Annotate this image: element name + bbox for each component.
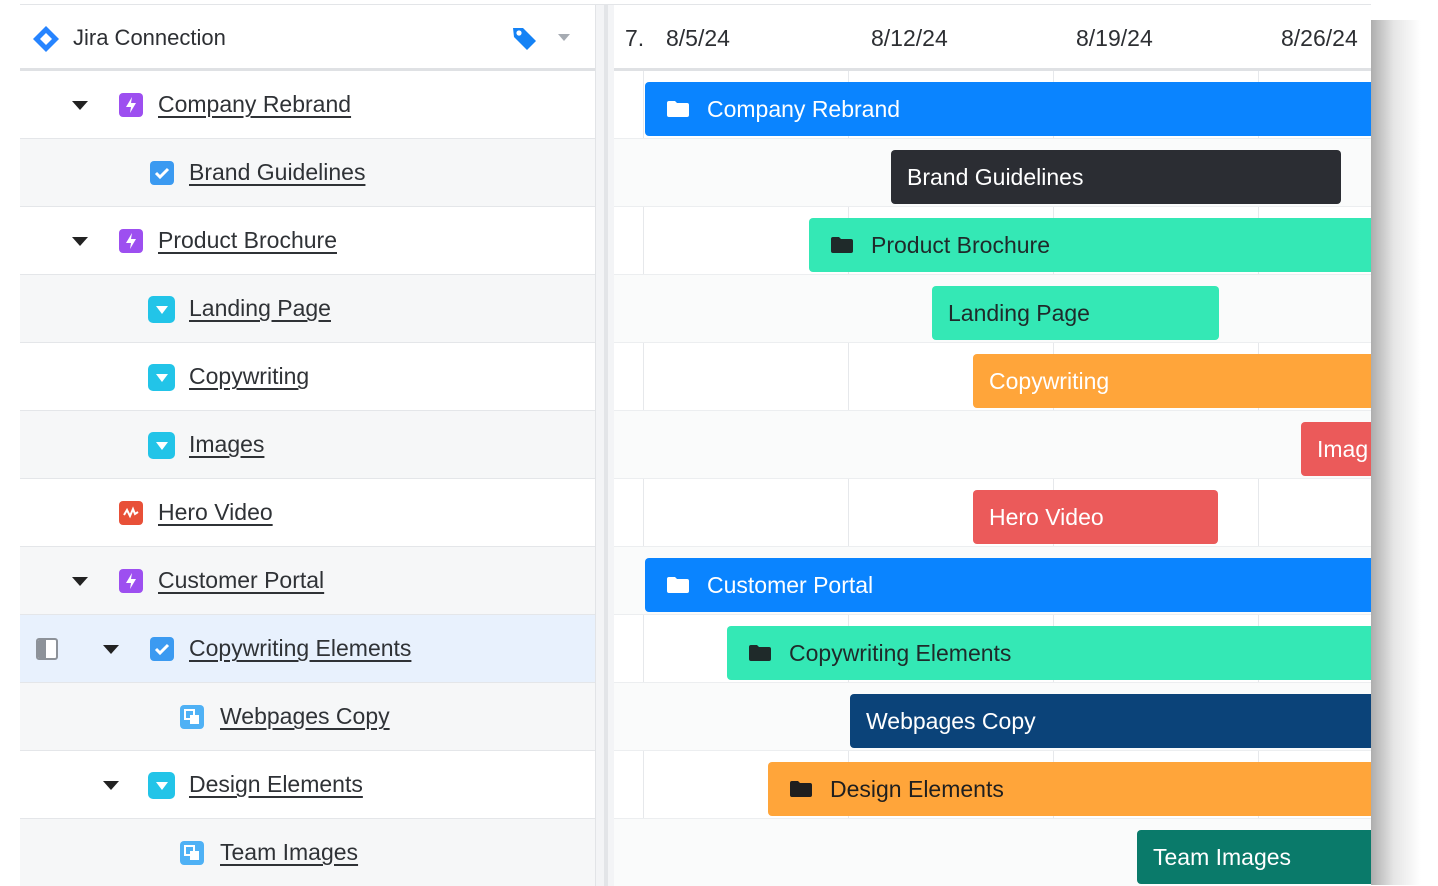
bar-label: Brand Guidelines bbox=[907, 163, 1084, 190]
issue-row[interactable]: Company Rebrand bbox=[20, 71, 595, 139]
issue-link[interactable]: Images bbox=[189, 429, 264, 459]
tag-icon[interactable] bbox=[510, 24, 538, 52]
gantt-bar[interactable]: Customer Portal bbox=[645, 558, 1371, 612]
folder-icon bbox=[667, 101, 689, 117]
gantt-bar[interactable]: Design Elements bbox=[768, 762, 1371, 816]
issue-link[interactable]: Product Brochure bbox=[158, 225, 337, 255]
folder-icon bbox=[831, 237, 853, 253]
gantt-bar[interactable]: Brand Guidelines bbox=[891, 150, 1341, 204]
collapse-caret-icon[interactable] bbox=[103, 781, 119, 790]
issue-link[interactable]: Landing Page bbox=[189, 293, 331, 323]
issue-row[interactable]: Customer Portal bbox=[20, 547, 595, 615]
gantt-bar[interactable]: Copywriting bbox=[973, 354, 1371, 408]
bar-label: Landing Page bbox=[948, 299, 1090, 326]
issue-list-panel: Jira Connection Company Rebrand Brand Gu… bbox=[20, 5, 595, 886]
folder-icon bbox=[749, 645, 771, 661]
folder-icon bbox=[667, 577, 689, 593]
bar-label: Company Rebrand bbox=[707, 95, 901, 122]
issue-link[interactable]: Team Images bbox=[220, 837, 358, 867]
epic-icon bbox=[119, 569, 143, 593]
splitter-grip[interactable] bbox=[604, 5, 608, 886]
timeline-row bbox=[614, 411, 1371, 479]
gantt-window: Jira Connection Company Rebrand Brand Gu… bbox=[20, 4, 1371, 886]
issue-row[interactable]: Landing Page bbox=[20, 275, 595, 343]
issue-link[interactable]: Copywriting bbox=[189, 361, 309, 391]
chevron-down-icon[interactable] bbox=[558, 34, 570, 41]
issue-link[interactable]: Hero Video bbox=[158, 497, 273, 527]
collapse-caret-icon[interactable] bbox=[72, 577, 88, 586]
gantt-bar[interactable]: Hero Video bbox=[973, 490, 1218, 544]
issue-row[interactable]: Brand Guidelines bbox=[20, 139, 595, 207]
issue-row[interactable]: Product Brochure bbox=[20, 207, 595, 275]
subtask-icon bbox=[180, 841, 204, 865]
timeline-panel: 7. 8/5/24 8/12/24 8/19/24 8/26/24 Compan… bbox=[614, 5, 1371, 886]
folder-icon bbox=[790, 781, 812, 797]
connection-title: Jira Connection bbox=[73, 25, 226, 50]
subtask-icon bbox=[180, 705, 204, 729]
issue-link[interactable]: Brand Guidelines bbox=[189, 157, 365, 187]
panel-splitter[interactable] bbox=[595, 5, 615, 886]
task-icon bbox=[150, 637, 174, 661]
issue-link[interactable]: Design Elements bbox=[189, 769, 363, 799]
gantt-bar[interactable]: Product Brochure bbox=[809, 218, 1371, 272]
bar-label: Imag bbox=[1317, 435, 1369, 462]
issue-row[interactable]: Design Elements bbox=[20, 751, 595, 819]
gantt-bar[interactable]: Copywriting Elements bbox=[727, 626, 1371, 680]
bar-label: Customer Portal bbox=[707, 571, 874, 598]
connection-header: Jira Connection bbox=[20, 5, 595, 71]
gantt-bar[interactable]: Webpages Copy bbox=[850, 694, 1371, 748]
issue-link[interactable]: Company Rebrand bbox=[158, 89, 351, 119]
bar-label: Webpages Copy bbox=[866, 707, 1036, 734]
story-icon bbox=[148, 364, 175, 391]
issue-row[interactable]: Images bbox=[20, 411, 595, 479]
side-panel-icon[interactable] bbox=[36, 638, 58, 660]
bar-label: Copywriting bbox=[989, 367, 1110, 394]
gantt-bar[interactable]: Landing Page bbox=[932, 286, 1219, 340]
gantt-bar[interactable]: Team Images bbox=[1137, 830, 1371, 884]
jira-diamond-icon bbox=[33, 26, 59, 52]
bar-label: Hero Video bbox=[989, 503, 1104, 530]
collapse-caret-icon[interactable] bbox=[103, 645, 119, 654]
bar-label: Product Brochure bbox=[871, 231, 1050, 258]
date-column-label: 7. bbox=[625, 25, 645, 51]
issue-row[interactable]: Hero Video bbox=[20, 479, 595, 547]
issue-link[interactable]: Customer Portal bbox=[158, 565, 324, 595]
story-icon bbox=[148, 772, 175, 799]
date-column-label: 8/5/24 bbox=[666, 25, 730, 51]
issue-row[interactable]: Team Images bbox=[20, 819, 595, 886]
issue-link[interactable]: Copywriting Elements bbox=[189, 633, 411, 663]
bug-icon bbox=[119, 501, 143, 525]
bar-label: Design Elements bbox=[830, 775, 1004, 802]
epic-icon bbox=[119, 93, 143, 117]
date-column-label: 8/12/24 bbox=[871, 25, 948, 51]
gantt-bar[interactable]: Imag bbox=[1301, 422, 1371, 476]
date-column-label: 8/26/24 bbox=[1281, 25, 1358, 51]
issue-link[interactable]: Webpages Copy bbox=[220, 701, 390, 731]
issue-row-selected[interactable]: Copywriting Elements bbox=[20, 615, 595, 683]
date-column-label: 8/19/24 bbox=[1076, 25, 1153, 51]
bar-label: Team Images bbox=[1153, 843, 1292, 870]
issue-row[interactable]: Webpages Copy bbox=[20, 683, 595, 751]
epic-icon bbox=[119, 229, 143, 253]
task-icon bbox=[150, 161, 174, 185]
window-shadow bbox=[1371, 20, 1421, 885]
collapse-caret-icon[interactable] bbox=[72, 237, 88, 246]
gantt-bar[interactable]: Company Rebrand bbox=[645, 82, 1371, 136]
issue-row[interactable]: Copywriting bbox=[20, 343, 595, 411]
story-icon bbox=[148, 296, 175, 323]
timeline-header: 7. 8/5/24 8/12/24 8/19/24 8/26/24 bbox=[614, 5, 1371, 71]
collapse-caret-icon[interactable] bbox=[72, 101, 88, 110]
story-icon bbox=[148, 432, 175, 459]
bar-label: Copywriting Elements bbox=[789, 639, 1012, 666]
